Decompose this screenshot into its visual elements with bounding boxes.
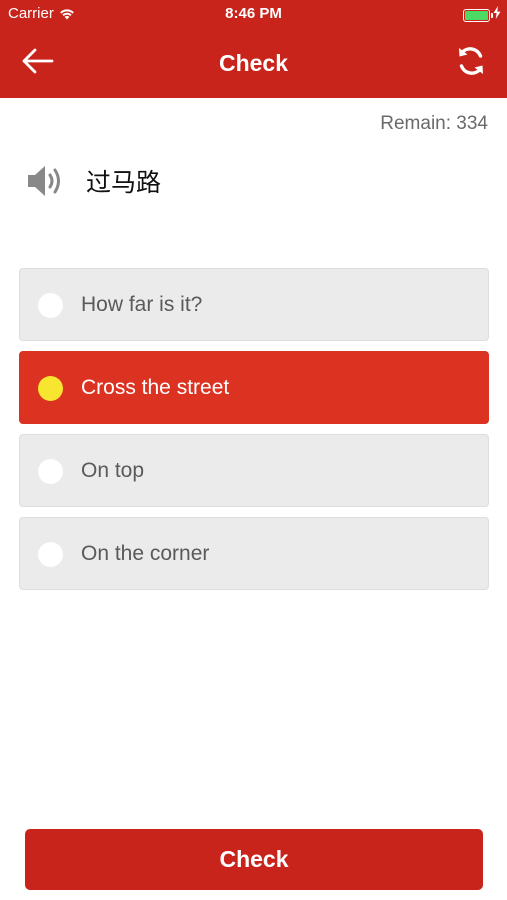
arrow-left-icon (22, 48, 54, 79)
radio-button[interactable] (38, 376, 63, 401)
question-text: 过马路 (86, 168, 162, 197)
battery-fill (465, 10, 488, 20)
app-screen: Carrier 8:46 PM Check Remain: 334 过马路 Ho… (0, 0, 507, 900)
answer-option[interactable]: On top (19, 434, 489, 507)
battery-indicator (463, 6, 501, 24)
back-button[interactable] (18, 46, 58, 80)
option-label: Cross the street (81, 376, 230, 399)
speaker-icon[interactable] (24, 159, 68, 203)
question-row: 过马路 (24, 158, 161, 204)
option-label: How far is it? (81, 293, 203, 316)
option-label: On top (81, 459, 145, 482)
radio-button[interactable] (38, 293, 63, 318)
battery-icon (463, 8, 493, 22)
status-bar: Carrier 8:46 PM (0, 0, 507, 28)
check-button[interactable]: Check (25, 829, 483, 890)
remaining-count: Remain: 334 (380, 113, 488, 134)
answer-option[interactable]: How far is it? (19, 268, 489, 341)
charging-bolt-icon (493, 6, 501, 24)
radio-button[interactable] (38, 459, 63, 484)
refresh-icon (456, 45, 486, 82)
header: Carrier 8:46 PM Check (0, 0, 507, 98)
answer-option[interactable]: On the corner (19, 517, 489, 590)
radio-button[interactable] (38, 542, 63, 567)
refresh-button[interactable] (453, 45, 489, 81)
page-title: Check (218, 50, 289, 76)
answer-option[interactable]: Cross the street (19, 351, 489, 424)
option-label: On the corner (81, 542, 210, 565)
answer-options: How far is it? Cross the street On top O… (19, 268, 489, 600)
status-time: 8:46 PM (225, 5, 282, 22)
nav-bar: Check (0, 28, 507, 98)
